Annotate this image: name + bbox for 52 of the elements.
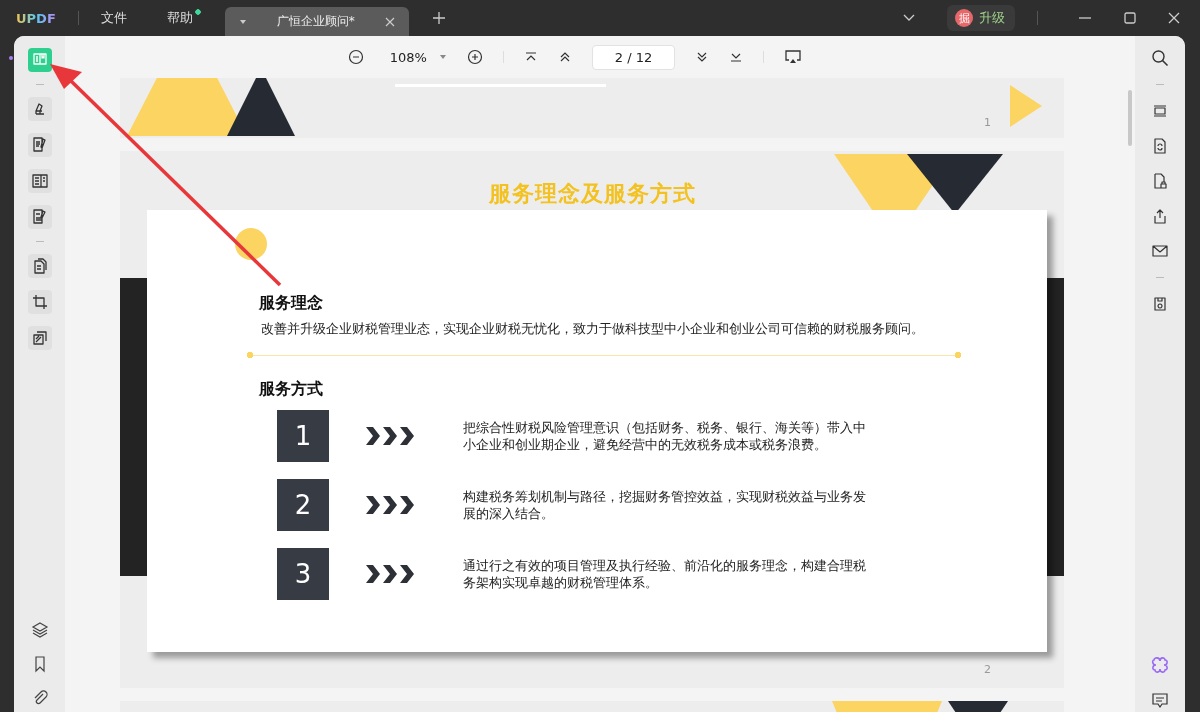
item-text: 把综合性财税风险管理意识（包括财务、税务、银行、海关等）带入中小企业和创业期企业，避免经营中的无效税务成本或税务浪费。 <box>463 419 867 453</box>
close-icon[interactable] <box>384 16 395 27</box>
section-heading: 服务理念 <box>259 292 324 314</box>
mail-icon[interactable] <box>1151 242 1169 260</box>
save-icon[interactable] <box>1151 295 1169 313</box>
paragraph: 改善并升级企业财税管理业态，实现企业财税无忧化，致力于做科技型中小企业和创业公司可信赖的财税服务顾问。 <box>261 320 925 338</box>
ocr-icon[interactable] <box>1151 102 1169 120</box>
section-heading: 服务方式 <box>259 378 324 400</box>
maximize-icon[interactable] <box>1124 12 1136 24</box>
document-tab[interactable]: 广恒企业顾问* <box>224 7 409 36</box>
search-icon[interactable] <box>1151 49 1169 67</box>
menu-item[interactable]: 文件 <box>100 9 135 27</box>
add-tab-icon[interactable] <box>432 12 445 24</box>
page-number: 2 <box>984 663 991 676</box>
zoom-level[interactable]: 108% <box>389 49 427 65</box>
highlighter-icon[interactable] <box>27 97 52 121</box>
item-text: 构建税务筹划机制与路径，挖掘财务管控效益，实现财税效益与业务发展的深入结合。 <box>463 488 867 522</box>
number-badge: 3 <box>277 548 329 600</box>
menu-item[interactable]: 帮助 <box>166 9 201 27</box>
caret-icon[interactable] <box>438 54 447 60</box>
form-icon[interactable] <box>27 205 52 229</box>
avatar: 掘 <box>955 9 973 27</box>
clover-icon[interactable] <box>1151 656 1169 674</box>
pages-icon[interactable] <box>27 254 52 278</box>
close-icon[interactable] <box>1168 12 1180 24</box>
zoom-out-icon[interactable] <box>347 49 364 65</box>
upgrade-button[interactable]: 掘 升级 <box>947 5 1015 31</box>
caret-icon[interactable] <box>238 18 247 25</box>
triangle-shape <box>1010 85 1042 127</box>
page-number-field[interactable]: 2 / 12 <box>591 44 676 70</box>
zoom-in-icon[interactable] <box>466 49 483 65</box>
item-text: 通过行之有效的项目管理及执行经验、前沿化的服务理念，构建合理税务架构实现卓越的财税管理体系。 <box>463 557 867 591</box>
slide-title: 服务理念及服务方式 <box>488 180 696 208</box>
columns-icon[interactable] <box>27 169 52 193</box>
lock-file-icon[interactable] <box>1151 172 1169 190</box>
scrollbar-thumb[interactable] <box>1128 90 1132 146</box>
edit-icon[interactable] <box>27 133 52 157</box>
layers-icon[interactable] <box>30 621 49 639</box>
crop-icon[interactable] <box>27 290 52 314</box>
number-badge: 2 <box>277 479 329 531</box>
compress-icon[interactable] <box>27 326 52 350</box>
share-icon[interactable] <box>1151 207 1169 225</box>
first-page-icon[interactable] <box>523 51 538 63</box>
comment-icon[interactable] <box>1151 691 1169 709</box>
chevron-down-icon[interactable] <box>903 14 915 22</box>
circle-shape <box>235 228 267 260</box>
triangle-shape <box>948 701 1008 712</box>
last-page-icon[interactable] <box>729 51 744 63</box>
page-number: 1 <box>984 116 991 129</box>
number-badge: 1 <box>277 410 329 462</box>
convert-icon[interactable] <box>1151 137 1169 155</box>
presentation-icon[interactable] <box>784 49 803 65</box>
